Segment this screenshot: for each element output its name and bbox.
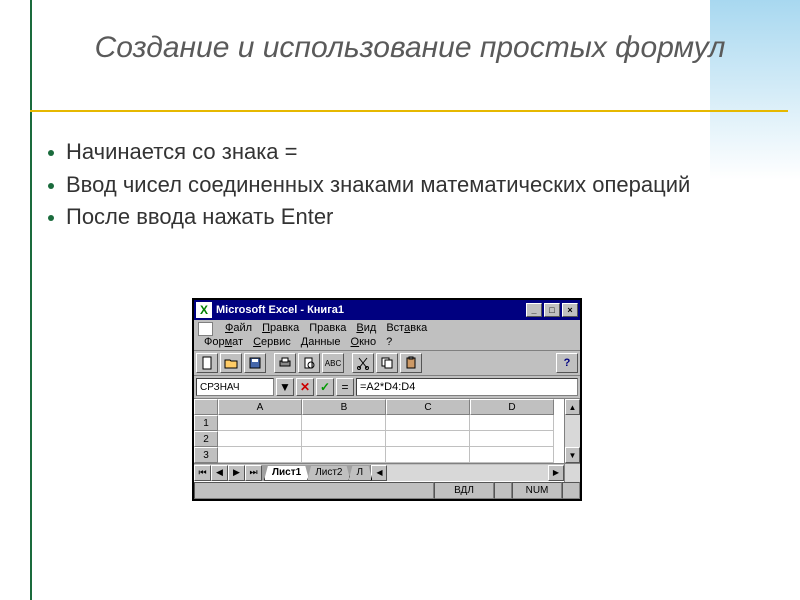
menu-file[interactable]: Файл (225, 322, 252, 336)
menu-edit[interactable]: Правка (262, 322, 299, 336)
formula-input[interactable]: =A2*D4:D4 (356, 378, 578, 396)
statusbar: ВДЛ NUM (194, 481, 580, 499)
row-headers: 1 2 3 (194, 415, 218, 463)
document-icon[interactable] (198, 322, 213, 336)
bullet-list: Начинается со знака = Ввод чисел соедине… (48, 138, 760, 236)
tab-nav-last-icon[interactable]: ⏭ (245, 465, 262, 481)
menu-tools[interactable]: Сервис (253, 336, 291, 348)
bullet-text: Начинается со знака = (66, 138, 298, 167)
sheet-tab[interactable]: Лист2 (307, 466, 350, 481)
slide-title: Создание и использование простых формул (60, 30, 760, 66)
title-underline (30, 110, 788, 112)
excel-window: X Microsoft Excel - Книга1 _ □ × Файл Пр… (192, 298, 582, 501)
sheet-tab[interactable]: Л (348, 466, 372, 481)
name-box[interactable]: СРЗНАЧ (196, 378, 274, 396)
scroll-down-icon[interactable]: ▼ (565, 447, 580, 463)
column-header[interactable]: B (302, 399, 386, 415)
bullet-item: После ввода нажать Enter (48, 203, 760, 232)
help-button[interactable]: ? (556, 353, 578, 373)
status-mode: ВДЛ (434, 482, 494, 499)
confirm-formula-button[interactable]: ✓ (316, 378, 334, 396)
row-header[interactable]: 1 (194, 415, 218, 431)
save-button[interactable] (244, 353, 266, 373)
scroll-up-icon[interactable]: ▲ (565, 399, 580, 415)
column-header[interactable]: A (218, 399, 302, 415)
print-button[interactable] (274, 353, 296, 373)
bullet-text: Ввод чисел соединенных знаками математич… (66, 171, 690, 200)
horizontal-scrollbar[interactable]: ◀ ▶ (370, 465, 564, 481)
toolbar: ABC ? (194, 351, 580, 376)
bullet-dot-icon (48, 150, 54, 156)
menu-data[interactable]: Данные (301, 336, 341, 348)
close-button[interactable]: × (562, 303, 578, 317)
bullet-dot-icon (48, 183, 54, 189)
formula-bar: СРЗНАЧ ▼ ✕ ✓ = =A2*D4:D4 (194, 376, 580, 399)
scroll-right-icon[interactable]: ▶ (548, 465, 564, 481)
new-button[interactable] (196, 353, 218, 373)
menu-edit2[interactable]: Правка (309, 322, 346, 336)
row-header[interactable]: 2 (194, 431, 218, 447)
row-header[interactable]: 3 (194, 447, 218, 463)
status-message (194, 482, 434, 499)
tab-nav-next-icon[interactable]: ▶ (228, 465, 245, 481)
menubar: Файл Правка Правка Вид Вставка Формат Се… (194, 320, 580, 351)
cut-button[interactable] (352, 353, 374, 373)
menu-help[interactable]: ? (386, 336, 392, 348)
copy-button[interactable] (376, 353, 398, 373)
excel-app-icon[interactable]: X (196, 302, 212, 318)
cells-area[interactable] (218, 415, 554, 463)
open-button[interactable] (220, 353, 242, 373)
namebox-dropdown-icon[interactable]: ▼ (276, 378, 294, 396)
bullet-text: После ввода нажать Enter (66, 203, 333, 232)
minimize-button[interactable]: _ (526, 303, 542, 317)
bullet-item: Начинается со знака = (48, 138, 760, 167)
sheet-tab-bar: ⏮ ◀ ▶ ⏭ Лист1 Лист2 Л ◀ ▶ (194, 463, 580, 481)
menu-window[interactable]: Окно (351, 336, 377, 348)
maximize-button[interactable]: □ (544, 303, 560, 317)
tab-nav-prev-icon[interactable]: ◀ (211, 465, 228, 481)
bullet-dot-icon (48, 215, 54, 221)
vertical-scrollbar[interactable]: ▲ ▼ (564, 399, 580, 463)
select-all-corner[interactable] (194, 399, 218, 415)
menu-format[interactable]: Формат (204, 336, 243, 348)
window-title: Microsoft Excel - Книга1 (216, 304, 344, 316)
scroll-left-icon[interactable]: ◀ (371, 465, 387, 481)
titlebar[interactable]: X Microsoft Excel - Книга1 _ □ × (194, 300, 580, 320)
paste-button[interactable] (400, 353, 422, 373)
sheet-tab[interactable]: Лист1 (264, 466, 309, 481)
menu-view[interactable]: Вид (356, 322, 376, 336)
equals-button[interactable]: = (336, 378, 354, 396)
spelling-button[interactable]: ABC (322, 353, 344, 373)
spreadsheet-grid: A B C D 1 2 3 ▲ ▼ (194, 399, 580, 463)
status-num: NUM (512, 482, 562, 499)
menu-insert[interactable]: Вставка (386, 322, 427, 336)
preview-button[interactable] (298, 353, 320, 373)
column-headers: A B C D (194, 399, 564, 415)
column-header[interactable]: C (386, 399, 470, 415)
bullet-item: Ввод чисел соединенных знаками математич… (48, 171, 760, 200)
left-vertical-rule (30, 0, 32, 600)
tab-nav-first-icon[interactable]: ⏮ (194, 465, 211, 481)
column-header[interactable]: D (470, 399, 554, 415)
cancel-formula-button[interactable]: ✕ (296, 378, 314, 396)
